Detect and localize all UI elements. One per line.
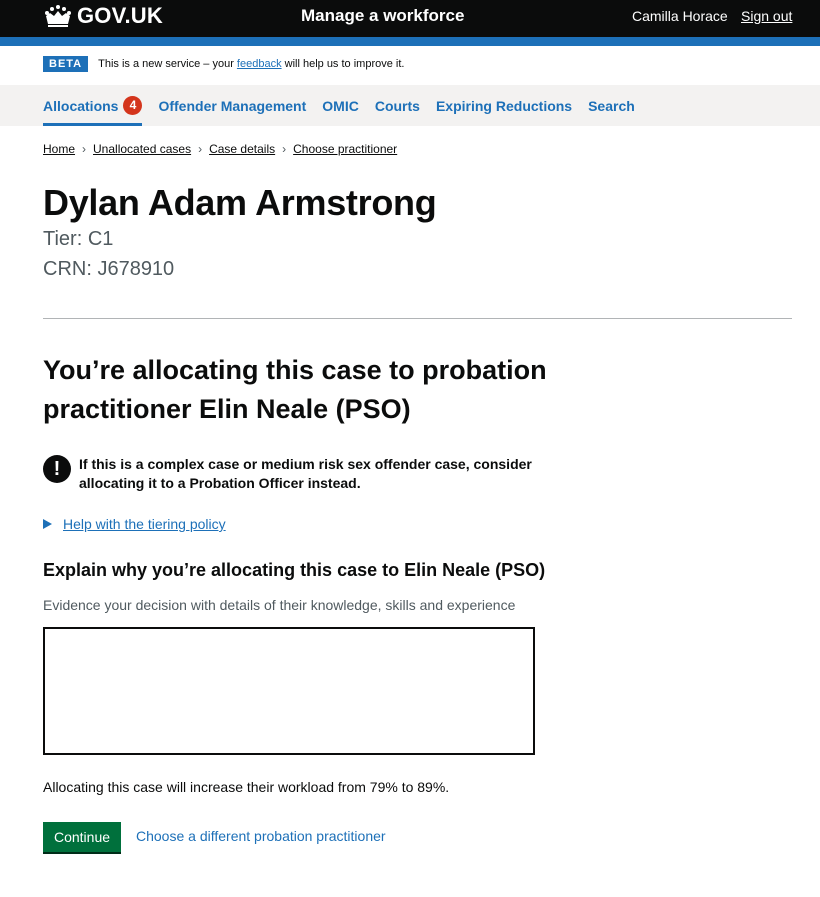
case-crn: CRN: J678910 <box>43 258 175 280</box>
warning-text-block: ! If this is a complex case or medium ri… <box>43 455 539 493</box>
breadcrumb-home[interactable]: Home <box>43 142 75 156</box>
govuk-logo-link[interactable]: GOV.UK <box>43 3 163 29</box>
case-tier: Tier: C1 <box>43 228 114 250</box>
breadcrumb: Home › Unallocated cases › Case details … <box>43 142 397 156</box>
nav-item-offender-management[interactable]: Offender Management <box>158 85 306 126</box>
nav-item-expiring-reductions[interactable]: Expiring Reductions <box>436 85 572 126</box>
nav-item-omic[interactable]: OMIC <box>322 85 359 126</box>
header-blue-bar <box>0 37 820 46</box>
primary-navigation: Allocations 4 Offender Management OMIC C… <box>0 85 820 126</box>
chevron-right-icon: › <box>282 142 287 156</box>
nav-item-courts[interactable]: Courts <box>375 85 420 126</box>
triangle-right-icon <box>43 519 52 529</box>
warning-message: If this is a complex case or medium risk… <box>79 456 532 491</box>
reason-hint: Evidence your decision with details of t… <box>43 597 516 613</box>
beta-text: This is a new service – your feedback wi… <box>98 58 404 70</box>
workload-increase-text: Allocating this case will increase their… <box>43 779 450 795</box>
nav-item-label: Allocations <box>43 97 119 114</box>
breadcrumb-choose-practitioner[interactable]: Choose practitioner <box>293 142 397 156</box>
logo-text: GOV.UK <box>77 3 163 28</box>
crown-icon <box>45 5 71 27</box>
sign-out-link[interactable]: Sign out <box>741 8 792 24</box>
warning-icon: ! <box>43 455 71 483</box>
allocation-heading: You’re allocating this case to probation… <box>43 355 547 424</box>
beta-text-after: will help us to improve it. <box>281 58 405 70</box>
service-name-link[interactable]: Manage a workforce <box>301 6 464 26</box>
tiering-policy-details[interactable]: Help with the tiering policy <box>43 516 226 532</box>
details-summary[interactable]: Help with the tiering policy <box>63 516 226 532</box>
beta-text-before: This is a new service – your <box>98 58 237 70</box>
chevron-right-icon: › <box>198 142 203 156</box>
site-header: GOV.UK Manage a workforce Camilla Horace… <box>0 0 820 46</box>
beta-tag: BETA <box>43 56 89 72</box>
breadcrumb-case-details[interactable]: Case details <box>209 142 275 156</box>
section-divider <box>43 318 792 319</box>
nav-item-allocations[interactable]: Allocations 4 <box>43 85 143 126</box>
choose-different-practitioner-link[interactable]: Choose a different probation practitione… <box>136 828 386 844</box>
reason-label: Explain why you’re allocating this case … <box>43 560 546 580</box>
chevron-right-icon: › <box>82 142 87 156</box>
phase-banner: BETA This is a new service – your feedba… <box>43 56 404 72</box>
breadcrumb-unallocated-cases[interactable]: Unallocated cases <box>93 142 191 156</box>
user-name: Camilla Horace <box>632 8 728 24</box>
nav-item-search[interactable]: Search <box>588 85 635 126</box>
page-title: Dylan Adam Armstrong <box>43 182 437 223</box>
feedback-link[interactable]: feedback <box>237 58 282 70</box>
reason-textarea[interactable] <box>43 627 535 755</box>
continue-button[interactable]: Continue <box>43 822 121 852</box>
allocations-count-badge: 4 <box>123 96 143 115</box>
